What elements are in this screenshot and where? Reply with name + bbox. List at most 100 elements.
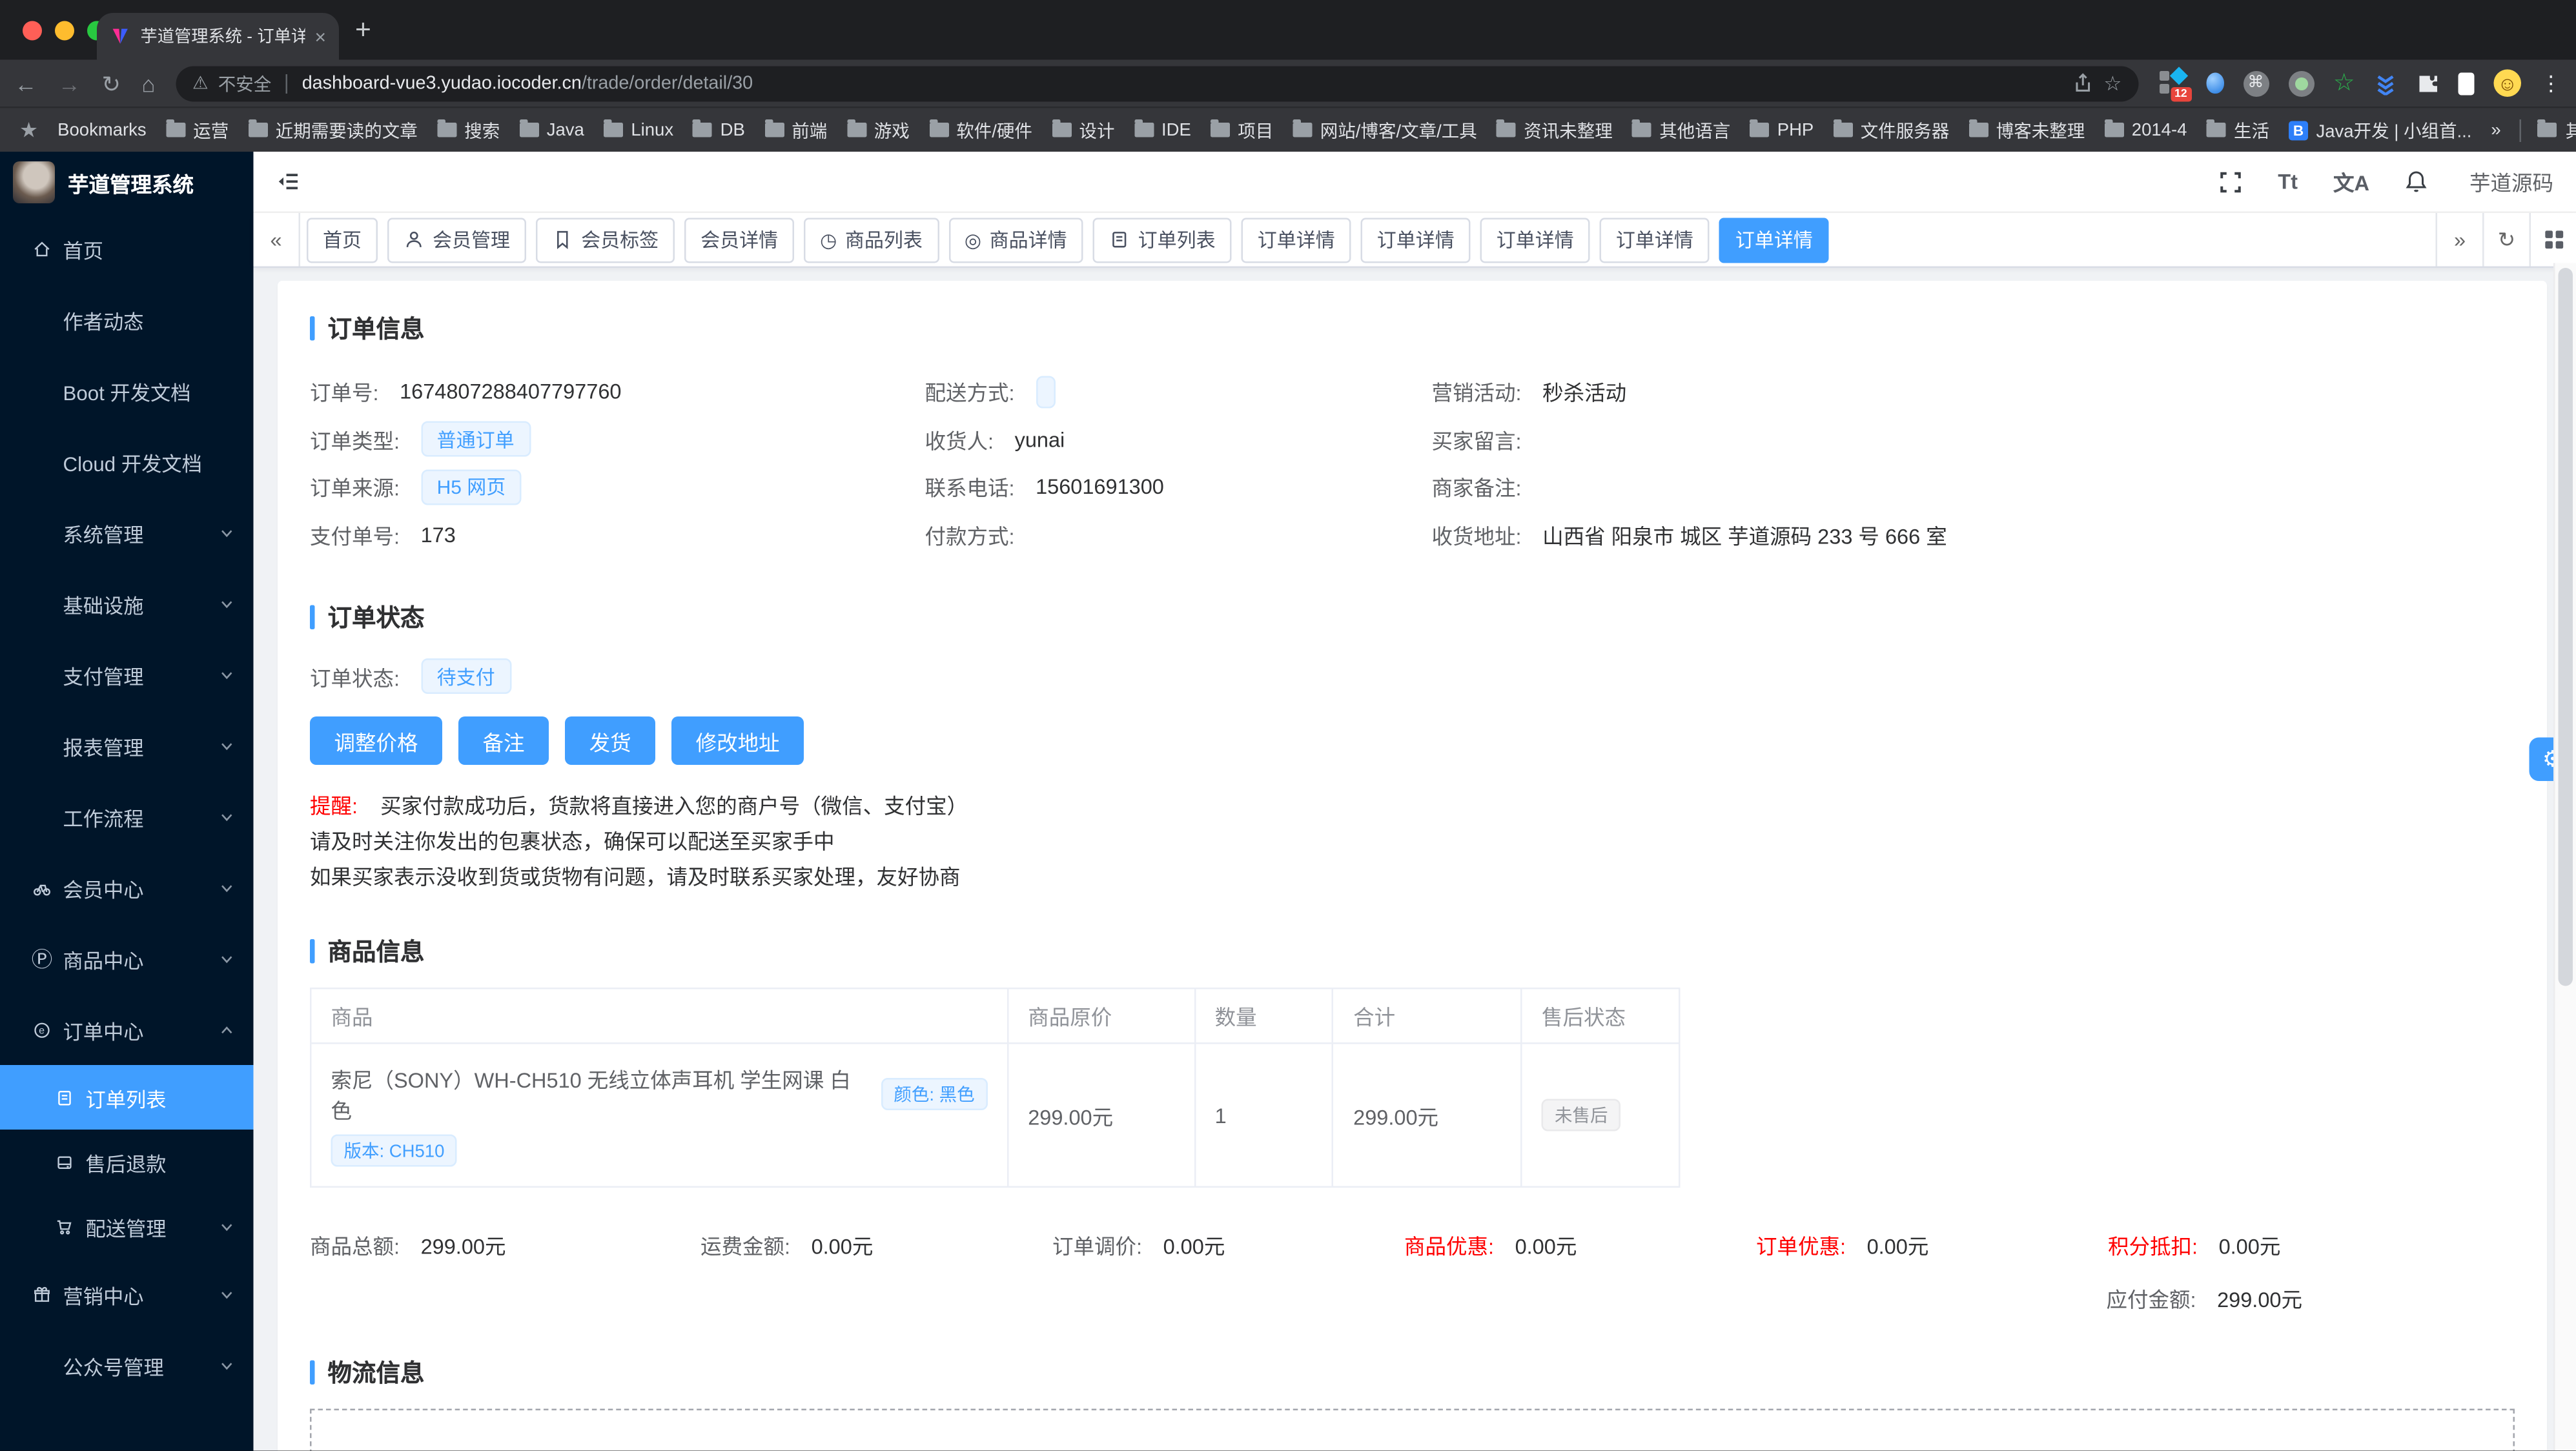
nav-tab-label: 商品列表 — [844, 229, 923, 252]
bookmarks-label[interactable]: Bookmarks — [57, 120, 147, 139]
chevrons-extension-icon[interactable] — [2375, 72, 2397, 95]
sidebar-item-首页[interactable]: 首页 — [0, 213, 254, 284]
green-star-extension-icon[interactable]: ☆ — [2333, 71, 2355, 96]
command-extension-icon[interactable]: ⌘ — [2242, 70, 2269, 96]
bookmark-folder[interactable]: 前端 — [764, 117, 827, 143]
bookmark-folder[interactable]: 软件/硬件 — [928, 117, 1032, 143]
bookmark-folder[interactable]: 博客未整理 — [1968, 117, 2085, 143]
tabs-layout-icon[interactable] — [2529, 213, 2576, 267]
bookmarks-star-icon[interactable]: ★ — [19, 117, 38, 143]
sidebar-item-Boot 开发文档[interactable]: Boot 开发文档 — [0, 355, 254, 426]
bookmark-site[interactable]: B Java开发 | 小组首... — [2288, 117, 2471, 143]
scrollbar-thumb[interactable] — [2558, 268, 2573, 986]
sidebar-item-报表管理[interactable]: 报表管理 — [0, 710, 254, 781]
forward-icon[interactable]: → — [58, 72, 81, 94]
bookmark-folder[interactable]: 2014-4 — [2104, 119, 2187, 139]
sidebar-item-商品中心[interactable]: Ⓟ 商品中心 — [0, 923, 254, 994]
nav-tab-订单详情[interactable]: 订单详情 — [1480, 217, 1590, 263]
sidebar-logo[interactable]: 芋道管理系统 — [0, 152, 254, 213]
macos-minimize-button[interactable] — [55, 21, 74, 41]
browser-profile-avatar[interactable]: ☺ — [2493, 69, 2521, 97]
nav-tab-会员标签[interactable]: 会员标签 — [536, 217, 675, 263]
bookmark-folder[interactable]: Java — [519, 119, 584, 139]
tabs-refresh-icon[interactable]: ↻ — [2482, 213, 2530, 267]
sidebar-item-会员中心[interactable]: 会员中心 — [0, 852, 254, 923]
action-button-备注[interactable]: 备注 — [458, 716, 549, 765]
sidebar-item-公众号管理[interactable]: 公众号管理 — [0, 1330, 254, 1401]
sidebar-item-支付管理[interactable]: 支付管理 — [0, 639, 254, 710]
bookmark-folder[interactable]: 网站/博客/文章/工具 — [1293, 117, 1477, 143]
nav-tab-订单详情[interactable]: 订单详情 — [1719, 217, 1829, 263]
nav-tab-商品详情[interactable]: ◎ 商品详情 — [948, 217, 1083, 263]
bookmark-folder[interactable]: DB — [693, 119, 745, 139]
sidebar-item-工作流程[interactable]: 工作流程 — [0, 781, 254, 852]
aftersale-cell: 未售后 — [1522, 1044, 1679, 1186]
bookmark-folder[interactable]: 搜索 — [436, 117, 500, 143]
nav-tab-会员管理[interactable]: 会员管理 — [387, 217, 527, 263]
share-icon[interactable] — [2073, 73, 2094, 94]
address-bar[interactable]: ⚠ 不安全 dashboard-vue3.yudao.iocoder.cn/tr… — [176, 65, 2138, 101]
browser-tab[interactable]: 芋道管理系统 - 订单详情 × — [97, 13, 339, 60]
bookmark-folder[interactable]: Linux — [603, 119, 673, 139]
macos-close-button[interactable] — [23, 21, 42, 41]
bookmark-folder[interactable]: 文件服务器 — [1833, 117, 1949, 143]
sidebar-item-Cloud 开发文档[interactable]: Cloud 开发文档 — [0, 426, 254, 497]
window-extension-icon[interactable] — [2458, 72, 2475, 95]
sidebar-item-系统管理[interactable]: 系统管理 — [0, 497, 254, 568]
balloon-extension-icon[interactable] — [2205, 72, 2223, 94]
nav-tab-订单详情[interactable]: 订单详情 — [1241, 217, 1351, 263]
reload-icon[interactable]: ↻ — [102, 72, 121, 94]
sidebar-item-售后退款[interactable]: 售后退款 — [0, 1130, 254, 1194]
bookmark-folder[interactable]: 设计 — [1051, 117, 1114, 143]
sidebar-item-作者动态[interactable]: 作者动态 — [0, 284, 254, 355]
tabs-scroll-right-icon[interactable]: » — [2435, 213, 2483, 267]
bell-icon[interactable] — [2405, 170, 2428, 194]
new-tab-button[interactable]: + — [355, 15, 371, 47]
nav-tab-订单列表[interactable]: 订单列表 — [1092, 217, 1232, 263]
nav-tab-订单详情[interactable]: 订单详情 — [1360, 217, 1471, 263]
sidebar-collapse-icon[interactable] — [276, 170, 301, 194]
bookmark-folder[interactable]: 项目 — [1210, 117, 1274, 143]
green-dot-extension-icon[interactable] — [2287, 70, 2314, 96]
field-label: 商家备注: — [1431, 476, 1522, 501]
fullscreen-icon[interactable] — [2220, 170, 2242, 193]
font-size-icon[interactable]: Tt — [2278, 170, 2298, 194]
nav-tab-商品列表[interactable]: ◷ 商品列表 — [804, 217, 939, 263]
bookmark-folder[interactable]: IDE — [1134, 119, 1191, 139]
bookmark-folder-label: 项目 — [1238, 121, 1274, 141]
tabs-scroll-left-icon[interactable]: « — [254, 213, 300, 267]
sidebar-item-配送管理[interactable]: 配送管理 — [0, 1194, 254, 1259]
tab-close-icon[interactable]: × — [314, 26, 326, 46]
bookmarks-overflow-icon[interactable]: » — [2491, 120, 2500, 139]
bookmark-folder[interactable]: 其他语言 — [1631, 117, 1730, 143]
extension-badge-icon[interactable]: 12 — [2158, 66, 2191, 102]
action-button-修改地址[interactable]: 修改地址 — [671, 716, 804, 765]
home-icon[interactable]: ⌂ — [141, 72, 155, 94]
bookmark-star-icon[interactable]: ☆ — [2103, 71, 2121, 96]
chevron-down-icon — [220, 880, 234, 895]
back-icon[interactable]: ← — [15, 72, 37, 94]
browser-menu-icon[interactable]: ⋮ — [2540, 70, 2562, 96]
bookmark-folder[interactable]: 资讯未整理 — [1496, 117, 1613, 143]
list-icon — [55, 1087, 74, 1108]
action-button-发货[interactable]: 发货 — [565, 716, 656, 765]
nav-tab-首页[interactable]: 首页 — [307, 217, 378, 263]
username[interactable]: 芋道源码 — [2469, 167, 2553, 198]
locale-icon[interactable]: 文A — [2333, 167, 2369, 198]
logo-rabbit-avatar — [13, 161, 55, 203]
bookmark-folder[interactable]: 近期需要读的文章 — [248, 117, 418, 143]
bookmark-folder[interactable]: 运营 — [165, 117, 229, 143]
bookmark-folder[interactable]: 游戏 — [846, 117, 910, 143]
bookmark-folder[interactable]: PHP — [1750, 119, 1814, 139]
nav-tab-订单详情[interactable]: 订单详情 — [1599, 217, 1710, 263]
nav-tab-会员详情[interactable]: 会员详情 — [684, 217, 795, 263]
sidebar-item-营销中心[interactable]: 营销中心 — [0, 1259, 254, 1330]
other-bookmarks[interactable]: 其他书签 — [2538, 117, 2576, 143]
sidebar-item-订单中心[interactable]: e 订单中心 — [0, 994, 254, 1065]
extensions-puzzle-icon[interactable] — [2417, 72, 2439, 94]
sidebar-item-订单列表[interactable]: 订单列表 — [0, 1065, 254, 1130]
action-button-调整价格[interactable]: 调整价格 — [310, 716, 443, 765]
sidebar-item-基础设施[interactable]: 基础设施 — [0, 568, 254, 639]
field-value: yunai — [1014, 427, 1065, 452]
bookmark-folder[interactable]: 生活 — [2206, 117, 2269, 143]
